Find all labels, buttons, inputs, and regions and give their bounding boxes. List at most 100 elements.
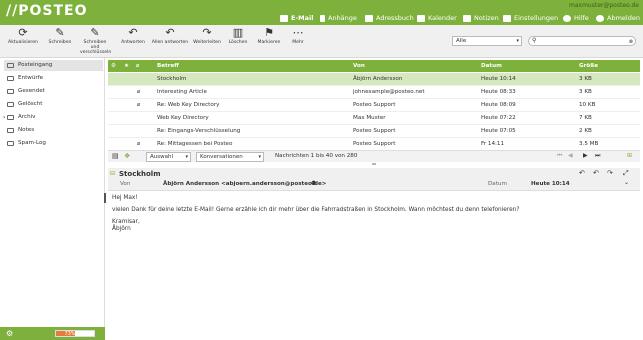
folder-sent[interactable]: Gesendet: [4, 86, 103, 97]
preview-subject: Stockholm: [119, 170, 161, 178]
reply-button[interactable]: ↶ Antworten: [118, 27, 148, 45]
fullscreen-icon[interactable]: ⤢: [623, 169, 629, 178]
nav-notes[interactable]: Notizen: [463, 12, 499, 24]
folder-inbox[interactable]: Posteingang: [4, 60, 103, 71]
quota-text: 73%: [64, 331, 76, 337]
flag-icon: ⚑: [264, 26, 274, 39]
folder-spam-log[interactable]: Spam-Log: [4, 138, 103, 149]
folder-icon: [7, 141, 14, 146]
gear-icon[interactable]: ⚙: [6, 329, 13, 338]
table-row[interactable]: ⌀ Interesting Article johnexample@posteo.n…: [108, 86, 640, 99]
body-signature: Åbjörn: [112, 226, 131, 232]
nav-email[interactable]: E-Mail: [280, 12, 313, 24]
chevron-down-icon: ▾: [258, 154, 261, 160]
forward-button[interactable]: ↷ Weiterleiten: [191, 27, 223, 45]
from-column[interactable]: Von: [353, 60, 365, 72]
chevron-down-icon[interactable]: ⌄: [624, 179, 629, 186]
more-button[interactable]: ⋯ Mehr: [287, 27, 309, 45]
collapse-header-icon[interactable]: ⊟: [110, 170, 115, 177]
body-closing: Kramisar,: [112, 219, 140, 225]
row-date: Heute 07:22: [481, 115, 516, 121]
preview-from[interactable]: Åbjörn Andersson <abjoern.andersson@post…: [163, 181, 326, 187]
reply-icon[interactable]: ↶: [579, 169, 585, 177]
nav-help[interactable]: Hilfe: [563, 12, 589, 24]
top-header: //POSTEO maxmuster@posteo.de E-Mail Anhä…: [0, 0, 643, 25]
refresh-button[interactable]: ⟳ Aktualisieren: [6, 27, 40, 45]
row-date: Heute 07:05: [481, 128, 516, 134]
forward-icon: ↷: [202, 26, 212, 39]
delete-button[interactable]: ▥ Löschen: [225, 27, 251, 45]
search-icon: ⚲: [532, 37, 537, 44]
more-icon: ⋯: [292, 26, 304, 39]
resize-handle[interactable]: [104, 193, 106, 203]
preview-date: Heute 10:14: [531, 181, 570, 187]
row-date: Heute 10:14: [481, 76, 516, 82]
quota-bar: 73%: [55, 330, 95, 337]
compose-encrypt-button[interactable]: ✎ Schreiben und verschlüsseln: [80, 26, 111, 55]
toolbar: ⟳ Aktualisieren ✎ Schreiben ✎ Schreiben und…: [0, 25, 643, 58]
row-from: Posteo Support: [353, 128, 396, 134]
compose-encrypt-icon: ✎: [90, 26, 100, 39]
selection-select[interactable]: Auswahl ▾: [146, 152, 191, 162]
folder-drafts[interactable]: Entwürfe: [4, 73, 103, 84]
trash-icon: ▥: [232, 26, 244, 39]
body-greeting: Hej Max!: [112, 195, 138, 201]
notes-icon: [463, 14, 471, 22]
table-row[interactable]: Stockholm Åbjörn Andersson Heute 10:14 3 KB: [108, 73, 640, 86]
folder-notes[interactable]: Notes: [4, 125, 103, 136]
refresh-icon: ⟳: [18, 26, 28, 39]
row-subject: Re: Eingangs-Verschlüsselung: [157, 128, 241, 134]
table-row[interactable]: Re: Eingangs-Verschlüsselung Posteo Suppo…: [108, 125, 640, 138]
thread-icon[interactable]: ❖: [124, 152, 130, 160]
add-contact-icon[interactable]: ⚉: [311, 180, 316, 187]
date-column[interactable]: Datum: [481, 60, 502, 72]
first-page-icon[interactable]: ⏮: [557, 152, 562, 160]
reply-icon: ↶: [128, 26, 138, 39]
chevron-right-icon[interactable]: ›: [3, 112, 5, 123]
nav-settings[interactable]: Einstellungen: [503, 12, 558, 24]
reply-all-button[interactable]: ↶ Allen antworten: [150, 27, 190, 45]
addressbook-icon: [365, 14, 373, 22]
paperclip-icon: ⌀: [137, 89, 141, 95]
user-email: maxmuster@posteo.de: [569, 2, 639, 9]
row-size: 3 KB: [579, 89, 592, 95]
row-from: johnexample@posteo.net: [353, 89, 425, 95]
nav-calendar[interactable]: Kalender: [417, 12, 457, 24]
flag-button[interactable]: ⚑ Markieren: [254, 27, 284, 45]
row-subject: Interesting Article: [157, 89, 207, 95]
row-from: Posteo Support: [353, 102, 396, 108]
table-row[interactable]: Web Key Directory Max Muster Heute 07:22 7 …: [108, 112, 640, 125]
trash-icon: [7, 102, 14, 107]
size-column[interactable]: Größe: [579, 60, 598, 72]
nav-attachments[interactable]: Anhänge: [320, 12, 357, 24]
sidebar-footer: ⚙ 73%: [0, 327, 105, 340]
nav-addressbook[interactable]: Adressbuch: [365, 12, 414, 24]
forward-icon[interactable]: ↷: [607, 169, 613, 177]
preview-header: ⊟ Stockholm Von Åbjörn Andersson <abjoer…: [108, 168, 640, 191]
folder-archive[interactable]: › Archiv: [3, 112, 103, 123]
expand-list-icon[interactable]: ⊞: [627, 152, 632, 159]
chevron-down-icon: ▾: [185, 154, 188, 160]
body-text: vielen Dank für deine letzte E-Mail! Ger…: [112, 207, 520, 213]
compose-button[interactable]: ✎ Schreiben: [46, 27, 74, 45]
threads-select[interactable]: Konversationen ▾: [196, 152, 264, 162]
reply-all-icon[interactable]: ↶: [593, 169, 599, 177]
search-input[interactable]: ⚲ ⊗: [528, 36, 636, 46]
filter-select[interactable]: Alle ▾: [452, 36, 522, 46]
subject-column[interactable]: Betreff: [157, 60, 179, 72]
table-row[interactable]: ⌀ Re: Web Key Directory Posteo Support Heut…: [108, 99, 640, 112]
row-date: Heute 08:33: [481, 89, 516, 95]
folder-trash[interactable]: Gelöscht: [4, 99, 103, 110]
layout-icon[interactable]: ▤: [112, 152, 119, 160]
next-page-icon[interactable]: ▶: [583, 152, 588, 159]
clear-search-icon[interactable]: ⊗: [629, 38, 633, 46]
mail-icon: [280, 14, 288, 22]
nav-logout[interactable]: Abmelden: [596, 12, 640, 24]
row-size: 10 KB: [579, 102, 596, 108]
row-size: 2 KB: [579, 128, 592, 134]
prev-page-icon[interactable]: ◀: [568, 152, 573, 159]
row-subject: Stockholm: [157, 76, 187, 82]
last-page-icon[interactable]: ⏭: [595, 152, 600, 160]
list-options-icon[interactable]: ⚙: [111, 60, 116, 72]
message-body: Hej Max! vielen Dank für deine letzte E-…: [112, 195, 632, 238]
